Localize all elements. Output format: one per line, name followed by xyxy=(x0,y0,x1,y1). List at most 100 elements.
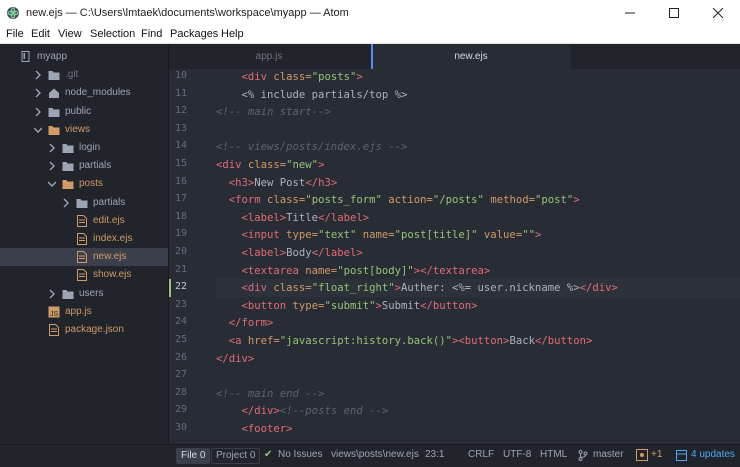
chevron-right-icon[interactable] xyxy=(48,289,56,299)
code-line[interactable]: <!-- views/posts/index.ejs --> xyxy=(216,138,407,156)
menu-view[interactable]: View xyxy=(58,28,82,40)
code-token: class= xyxy=(267,194,306,207)
code-line[interactable]: <form class="posts_form" action="/posts"… xyxy=(216,191,580,209)
package-updates[interactable]: 4 updates xyxy=(691,449,735,460)
line-number[interactable]: 17 xyxy=(169,193,187,204)
grammar[interactable]: HTML xyxy=(540,449,567,460)
chevron-right-icon[interactable] xyxy=(34,107,42,117)
tree-item-edit-ejs[interactable]: edit.ejs xyxy=(0,212,168,230)
chevron-right-icon[interactable] xyxy=(48,143,56,153)
code-line[interactable]: <div class="new"> xyxy=(216,156,324,174)
code-line[interactable]: <label>Body</label> xyxy=(216,244,363,262)
file-path[interactable]: views\posts\new.ejs xyxy=(331,449,419,460)
code-line[interactable]: </form> xyxy=(216,314,274,332)
code-line[interactable]: <!-- main end --> xyxy=(216,385,324,403)
menu-edit[interactable]: Edit xyxy=(31,28,50,40)
tree-item-users[interactable]: users xyxy=(0,285,168,303)
tree-item-public[interactable]: public xyxy=(0,103,168,121)
code-line[interactable]: <!-- main start--> xyxy=(216,103,331,121)
line-number[interactable]: 18 xyxy=(169,211,187,222)
code-line[interactable]: <div class="float_right">Auther: <%= use… xyxy=(216,279,618,297)
code-line[interactable]: <label>Title</label> xyxy=(216,209,370,227)
code-token: <div xyxy=(216,159,248,171)
menu-selection[interactable]: Selection xyxy=(90,28,135,40)
line-number[interactable]: 13 xyxy=(169,123,187,134)
maximize-button[interactable] xyxy=(652,0,696,26)
line-ending[interactable]: CRLF xyxy=(468,449,494,460)
line-number[interactable]: 28 xyxy=(169,387,187,398)
chevron-right-icon[interactable] xyxy=(34,70,42,80)
tree-item-new-ejs[interactable]: new.ejs xyxy=(0,248,168,267)
tree-item--git[interactable]: .git xyxy=(0,66,168,84)
code-token: "text" xyxy=(318,229,357,242)
line-number[interactable]: 15 xyxy=(169,158,187,169)
line-number[interactable]: 30 xyxy=(169,422,187,433)
menu-help[interactable]: Help xyxy=(221,28,244,40)
code-token: <button xyxy=(241,299,293,312)
line-number[interactable]: 24 xyxy=(169,316,187,327)
line-number[interactable]: 27 xyxy=(169,369,187,380)
tree-item-login[interactable]: login xyxy=(0,139,168,157)
menu-find[interactable]: Find xyxy=(141,28,162,40)
tree-item-views[interactable]: views xyxy=(0,121,168,139)
line-number[interactable]: 11 xyxy=(169,88,187,99)
project-tab-button[interactable]: Project 0 xyxy=(211,448,261,464)
code-token: </div> xyxy=(579,282,618,295)
line-number[interactable]: 29 xyxy=(169,404,187,415)
text-editor[interactable]: 10 11 12 13 14 15 16 17 18 19 20 21 22 23 24 25 26 27 28 29… xyxy=(169,69,740,444)
tree-item-app-js[interactable]: JS app.js xyxy=(0,303,168,321)
chevron-down-icon[interactable] xyxy=(48,179,56,189)
tree-item-partials[interactable]: partials xyxy=(0,194,168,212)
minimize-button[interactable] xyxy=(608,0,652,26)
code-line[interactable]: <a href="javascript:history.back()"><but… xyxy=(216,332,593,350)
code-line[interactable]: <input type="text" name="post[title]" va… xyxy=(216,226,542,244)
code-line[interactable]: <footer> xyxy=(216,420,293,438)
linter-status[interactable]: No Issues xyxy=(278,449,322,460)
code-line[interactable]: <div class="posts"> xyxy=(216,69,363,86)
line-number[interactable]: 16 xyxy=(169,176,187,187)
tree-item-index-ejs[interactable]: index.ejs xyxy=(0,230,168,248)
chevron-right-icon[interactable] xyxy=(62,198,70,208)
tree-item-show-ejs[interactable]: show.ejs xyxy=(0,266,168,284)
code-line[interactable]: <% include partials/top %> xyxy=(216,86,408,104)
line-number[interactable]: 12 xyxy=(169,105,187,116)
git-branch[interactable]: master xyxy=(593,449,624,460)
code-token: "posts" xyxy=(311,71,357,83)
line-number[interactable]: 23 xyxy=(169,299,187,310)
cursor-position[interactable]: 23:1 xyxy=(425,449,444,460)
line-number[interactable]: 19 xyxy=(169,228,187,239)
js-file-icon: JS xyxy=(48,306,60,318)
tab-app-js[interactable]: app.js xyxy=(169,44,369,69)
menu-packages[interactable]: Packages xyxy=(170,28,218,40)
code-line[interactable]: <button type="submit">Submit</button> xyxy=(216,297,478,315)
line-number[interactable]: 14 xyxy=(169,140,187,151)
line-number[interactable]: 20 xyxy=(169,246,187,257)
code-line[interactable]: <h3>New Post</h3> xyxy=(216,174,337,192)
tree-item-package-json[interactable]: package.json xyxy=(0,321,168,339)
code-line[interactable]: </div><!--posts end --> xyxy=(216,402,389,420)
tree-item-posts[interactable]: posts xyxy=(0,175,168,193)
tree-item-node-modules[interactable]: node_modules xyxy=(0,84,168,102)
line-number[interactable]: 10 xyxy=(169,70,187,81)
line-number[interactable]: 21 xyxy=(169,264,187,275)
line-number[interactable]: 26 xyxy=(169,352,187,363)
tree-item-myapp[interactable]: myapp xyxy=(0,48,168,66)
chevron-down-icon[interactable] xyxy=(34,125,42,135)
line-number[interactable]: 22 xyxy=(169,281,187,292)
code-line[interactable]: </div> xyxy=(216,350,254,368)
line-number[interactable]: 25 xyxy=(169,334,187,345)
encoding[interactable]: UTF-8 xyxy=(503,449,531,460)
close-button[interactable] xyxy=(696,0,740,26)
menu-file[interactable]: File xyxy=(6,28,24,40)
code-token: Auther: <%= user.nickname %> xyxy=(401,282,580,295)
code-token: type= xyxy=(286,229,319,242)
file-tab-button[interactable]: File 0 xyxy=(176,448,211,464)
tab-new-ejs[interactable]: new.ejs xyxy=(371,44,571,69)
tree-item-partials[interactable]: partials xyxy=(0,157,168,175)
git-changes-count[interactable]: +1 xyxy=(651,449,662,460)
chevron-right-icon[interactable] xyxy=(48,161,56,171)
code-token: > xyxy=(356,71,363,83)
code-line[interactable]: <textarea name="post[body]"></textarea> xyxy=(216,262,491,280)
chevron-right-icon[interactable] xyxy=(34,88,42,98)
